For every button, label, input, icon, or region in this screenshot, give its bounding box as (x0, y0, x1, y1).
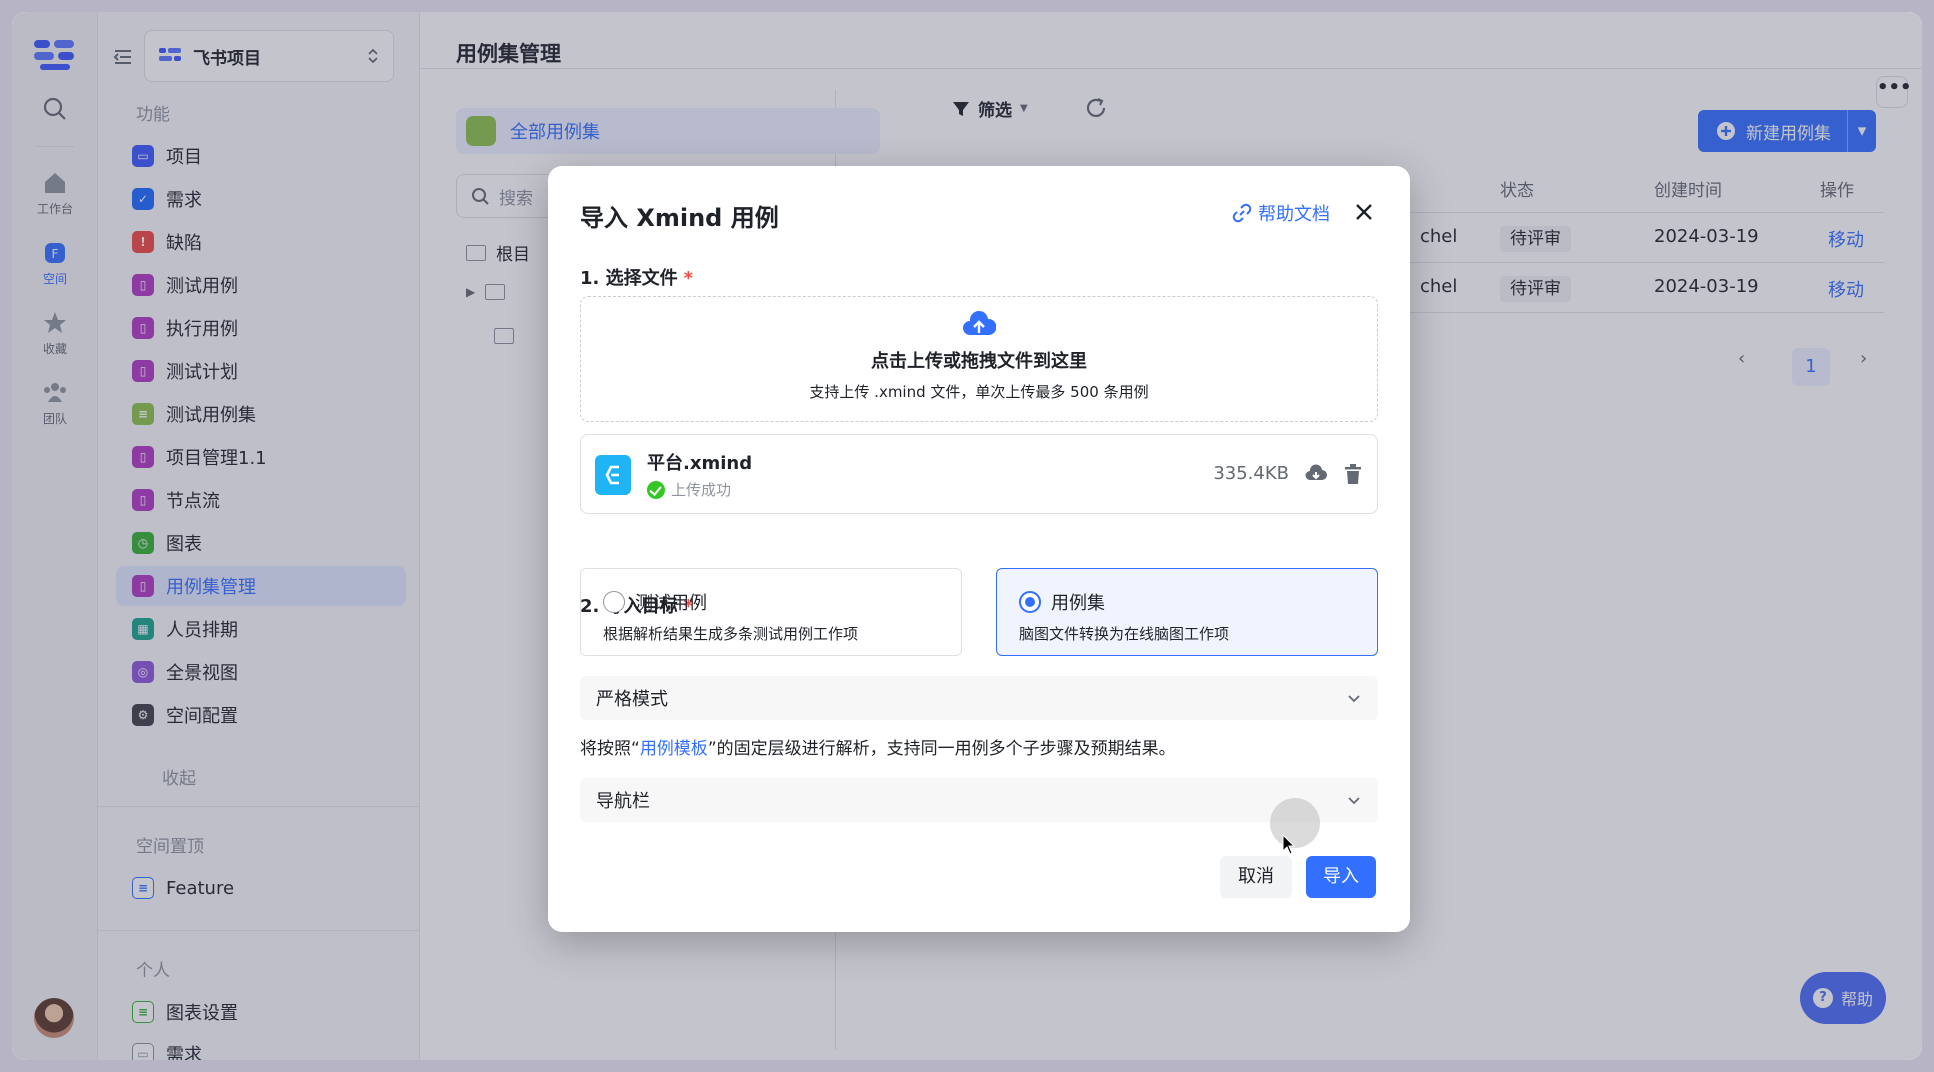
app-window: 工作台 F 空间 收藏 团队 飞书项目 功能 ▭ 项目 ✓ 需求 ! 缺陷 ▯ 测试用例… (12, 12, 1922, 1060)
uploaded-file-card: 平台.xmind 上传成功 335.4KB (580, 434, 1378, 514)
radio-button[interactable] (603, 591, 625, 613)
option-desc: 脑图文件转换为在线脑图工作项 (1019, 625, 1230, 643)
xmind-file-icon (595, 455, 631, 495)
target-option-test-case[interactable]: 测试用例 根据解析结果生成多条测试用例工作项 (580, 568, 962, 656)
dialog-title: 导入 Xmind 用例 (580, 204, 779, 232)
import-button[interactable]: 导入 (1306, 856, 1376, 898)
link-icon (1232, 203, 1252, 223)
option-title: 用例集 (1051, 593, 1105, 614)
help-doc-link[interactable]: 帮助文档 (1232, 200, 1330, 226)
chevron-down-icon (1348, 695, 1360, 703)
parse-note: 将按照“用例模板”的固定层级进行解析，支持同一用例多个子步骤及预期结果。 (580, 739, 1176, 759)
cloud-upload-icon (963, 311, 996, 335)
step1-label: 1. 选择文件 * (580, 268, 694, 289)
cancel-button[interactable]: 取消 (1220, 856, 1292, 898)
nav-select[interactable]: 导航栏 (580, 778, 1378, 822)
file-size: 335.4KB (1213, 463, 1289, 484)
radio-button-selected[interactable] (1019, 591, 1041, 613)
upload-main-text: 点击上传或拖拽文件到这里 (871, 351, 1087, 372)
mouse-cursor-icon (1282, 834, 1296, 855)
trash-icon[interactable] (1343, 463, 1363, 485)
cloud-download-icon[interactable] (1305, 463, 1327, 485)
mode-select[interactable]: 严格模式 (580, 676, 1378, 720)
chevron-down-icon (1348, 797, 1360, 805)
option-desc: 根据解析结果生成多条测试用例工作项 (603, 625, 859, 643)
upload-hint: 支持上传 .xmind 文件，单次上传最多 500 条用例 (809, 383, 1149, 401)
help-doc-label: 帮助文档 (1258, 204, 1330, 225)
upload-status: 上传成功 (647, 479, 731, 500)
close-icon[interactable] (1352, 200, 1376, 224)
file-name: 平台.xmind (647, 453, 753, 474)
success-check-icon (647, 480, 665, 499)
nav-value: 导航栏 (596, 791, 650, 812)
target-option-suite[interactable]: 用例集 脑图文件转换为在线脑图工作项 (996, 568, 1378, 656)
case-template-link[interactable]: 用例模板 (640, 739, 708, 759)
upload-dropzone[interactable]: 点击上传或拖拽文件到这里 支持上传 .xmind 文件，单次上传最多 500 条… (580, 296, 1378, 422)
mode-value: 严格模式 (596, 689, 668, 710)
required-mark: * (683, 268, 694, 289)
option-title: 测试用例 (635, 593, 707, 614)
